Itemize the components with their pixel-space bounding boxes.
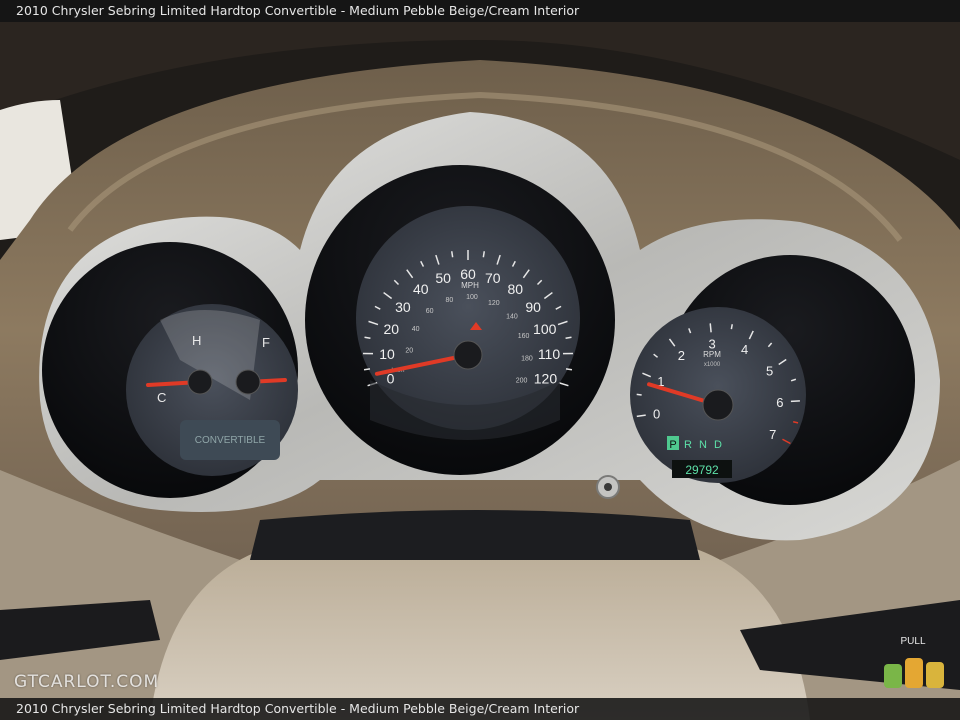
speed-tick	[482, 251, 486, 258]
fuel-needle-hub	[235, 369, 261, 395]
kmh-label: 40	[412, 326, 420, 333]
kmh-label: 100	[466, 294, 478, 301]
kmh-label: 120	[488, 300, 500, 307]
speed-tick	[565, 336, 572, 339]
stalk-pull-label: PULL	[900, 636, 925, 647]
dashboard-photo: PULL H C F CONVERTIBLE 01020304050 60 7080…	[0, 0, 960, 720]
tach-tick	[636, 393, 642, 396]
tach-label: 7	[769, 427, 776, 442]
photo-stage: PULL H C F CONVERTIBLE 0 10 20 30 40 50 60 70 80…	[0, 0, 960, 720]
speed-tick	[450, 251, 454, 258]
temp-cold-label: C	[157, 390, 166, 405]
tachometer-unit: RPM	[703, 350, 721, 359]
speed-label: 110	[538, 346, 561, 362]
tach-tick	[792, 421, 799, 424]
tachometer-unit-sub: x1000	[704, 362, 721, 368]
speed-label: 70	[485, 270, 501, 286]
kmh-label: 60	[426, 308, 434, 315]
gear-letter: N	[699, 439, 707, 451]
caption-bottom: 2010 Chrysler Sebring Limited Hardtop Co…	[0, 698, 960, 720]
kmh-label: 140	[506, 314, 518, 321]
temp-hot-label: H	[192, 333, 201, 348]
tach-label: 6	[776, 395, 783, 410]
speed-label: 20	[383, 321, 399, 337]
tach-label: 0	[653, 407, 660, 422]
tach-tick	[709, 323, 712, 333]
temp-needle-hub	[187, 369, 213, 395]
kmh-label: 80	[446, 297, 454, 304]
watermark: GTCARLOT.COM	[14, 672, 160, 692]
speed-label: 100	[533, 321, 557, 337]
trip-reset-knob-center	[604, 483, 612, 491]
speedometer-needle-hub	[453, 340, 483, 370]
kmh-label: 160	[518, 333, 530, 340]
speed-label: 90	[525, 299, 541, 315]
steering-column-shroud	[250, 510, 700, 560]
convertible-lcd-text: CONVERTIBLE	[195, 435, 266, 446]
watermark-logo-icon	[884, 658, 944, 688]
tachometer-needle-hub	[702, 389, 734, 421]
speed-label: 50	[435, 270, 451, 286]
tach-label: 4	[741, 342, 748, 357]
speed-tick	[363, 368, 371, 371]
speed-label: 10	[379, 346, 395, 362]
kmh-label: 20	[405, 348, 413, 355]
caption-top: 2010 Chrysler Sebring Limited Hardtop Co…	[0, 0, 960, 22]
kmh-label: 180	[521, 356, 533, 363]
steering-wheel-hub	[150, 540, 810, 720]
speed-label: 40	[413, 281, 429, 297]
gear-letter: R	[684, 439, 692, 451]
tach-tick	[730, 324, 733, 330]
tach-label: 2	[678, 348, 685, 363]
speed-label: 60	[460, 266, 476, 282]
fuel-full-label: F	[262, 335, 270, 350]
speedometer-unit: MPH	[461, 281, 479, 290]
kmh-label: 200	[516, 378, 528, 385]
speed-tick	[565, 368, 573, 371]
gear-letter: P	[669, 439, 676, 451]
speed-label: 30	[395, 299, 411, 315]
odometer-reading: 29792	[685, 463, 719, 477]
tach-label: 5	[766, 364, 773, 379]
speed-tick	[364, 336, 371, 339]
speed-label: 80	[507, 281, 523, 297]
gear-letter: D	[714, 439, 722, 451]
